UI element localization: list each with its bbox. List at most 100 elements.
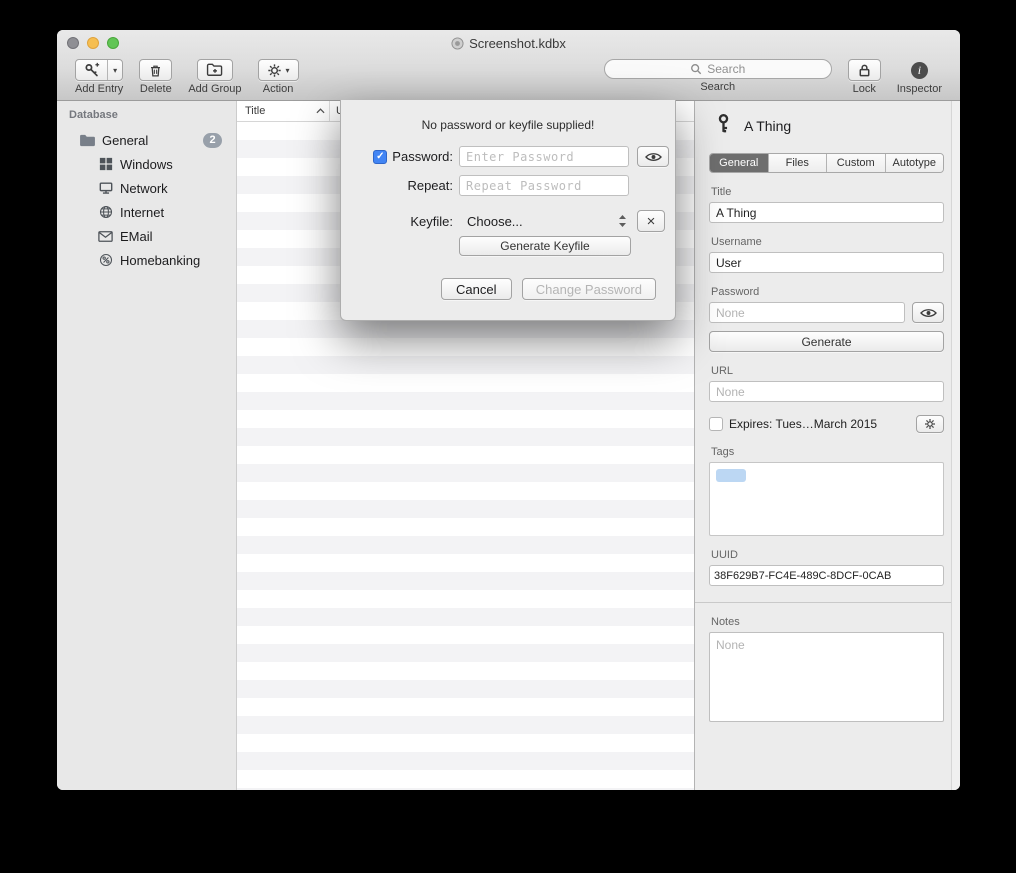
globe-icon: [96, 205, 115, 219]
sidebar-group-label: General: [102, 133, 203, 148]
inspector-tabs: General Files Custom Autotype: [709, 153, 944, 173]
cancel-button[interactable]: Cancel: [441, 278, 512, 300]
zoom-button[interactable]: [107, 37, 119, 49]
sidebar-item-email[interactable]: EMail: [57, 224, 236, 248]
envelope-icon: [96, 231, 115, 242]
sidebar-item-label: Internet: [120, 205, 164, 220]
change-password-sheet: No password or keyfile supplied! ✓ Passw…: [340, 100, 676, 321]
inspector-label: Inspector: [897, 83, 942, 95]
add-group-button[interactable]: [197, 59, 233, 81]
close-button[interactable]: [67, 37, 79, 49]
reveal-password-button[interactable]: [912, 302, 944, 323]
sidebar-group-general[interactable]: General 2: [57, 128, 236, 152]
inspector-toggle-button[interactable]: i: [903, 59, 936, 81]
sidebar-item-internet[interactable]: Internet: [57, 200, 236, 224]
sidebar-item-label: EMail: [120, 229, 153, 244]
tab-autotype[interactable]: Autotype: [885, 154, 944, 172]
generate-keyfile-button[interactable]: Generate Keyfile: [459, 236, 631, 256]
checkmark-icon: ✓: [376, 151, 384, 162]
tab-files[interactable]: Files: [768, 154, 827, 172]
action-label: Action: [263, 83, 294, 95]
tab-custom[interactable]: Custom: [826, 154, 885, 172]
url-label: URL: [711, 365, 942, 377]
trash-icon: [148, 63, 163, 78]
clear-keyfile-button[interactable]: ×: [637, 210, 665, 232]
folder-plus-icon: [206, 63, 224, 77]
uuid-label: UUID: [711, 549, 942, 561]
password-field[interactable]: [709, 302, 905, 323]
titlebar[interactable]: Screenshot.kdbx: [57, 30, 960, 56]
sidebar-header: Database: [57, 109, 236, 128]
tag-chip[interactable]: [716, 469, 746, 482]
sort-ascending-icon: [316, 105, 325, 117]
dialog-password-label: Password:: [392, 149, 453, 164]
windows-icon: [96, 157, 115, 171]
tags-label: Tags: [711, 446, 942, 458]
column-title-label: Title: [245, 105, 265, 117]
add-entry-key-icon: [76, 60, 107, 80]
keyfile-selected-value: Choose...: [467, 214, 523, 229]
key-icon: [713, 113, 734, 139]
sidebar-item-windows[interactable]: Windows: [57, 152, 236, 176]
repeat-label: Repeat:: [407, 178, 453, 193]
gear-icon: [267, 63, 282, 78]
minimize-button[interactable]: [87, 37, 99, 49]
generate-password-button[interactable]: Generate: [709, 331, 944, 352]
sidebar: Database General 2 Windows Network: [57, 101, 237, 790]
sidebar-item-homebanking[interactable]: Homebanking: [57, 248, 236, 272]
change-password-button[interactable]: Change Password: [522, 278, 656, 300]
close-x-icon: ×: [647, 213, 656, 230]
lock-button[interactable]: [848, 59, 881, 81]
keyfile-popup[interactable]: Choose...: [459, 211, 629, 232]
uuid-field[interactable]: [709, 565, 944, 586]
entry-count-badge: 2: [203, 133, 222, 148]
add-entry-label: Add Entry: [75, 83, 123, 95]
document-proxy-icon: [451, 37, 464, 50]
entry-title: A Thing: [744, 118, 791, 134]
password-label: Password: [711, 286, 942, 298]
sheet-message: No password or keyfile supplied!: [341, 118, 675, 132]
gear-icon: [924, 418, 936, 430]
search-placeholder: Search: [707, 62, 745, 76]
search-label: Search: [700, 81, 735, 93]
sidebar-item-network[interactable]: Network: [57, 176, 236, 200]
add-entry-button[interactable]: ▾: [75, 59, 123, 81]
url-field[interactable]: [709, 381, 944, 402]
delete-label: Delete: [140, 83, 172, 95]
percent-coin-icon: [96, 253, 115, 267]
action-dropdown-arrow: ▾: [286, 66, 290, 75]
eye-icon: [919, 307, 938, 319]
username-label: Username: [711, 236, 942, 248]
chevron-up-down-icon: [618, 214, 627, 228]
window-title: Screenshot.kdbx: [469, 36, 566, 51]
expires-settings-button[interactable]: [916, 415, 944, 433]
add-group-label: Add Group: [188, 83, 241, 95]
username-field[interactable]: [709, 252, 944, 273]
divider: [695, 602, 960, 603]
enter-password-input[interactable]: [459, 146, 629, 167]
sidebar-item-label: Homebanking: [120, 253, 200, 268]
column-header-title[interactable]: Title: [237, 101, 330, 121]
expires-checkbox[interactable]: [709, 417, 723, 431]
show-password-button[interactable]: [637, 146, 669, 167]
delete-button[interactable]: [139, 59, 172, 81]
repeat-password-input[interactable]: [459, 175, 629, 196]
window-chrome: Screenshot.kdbx ▾ Add Entry: [57, 30, 960, 101]
lock-label: Lock: [853, 83, 876, 95]
tab-general[interactable]: General: [710, 154, 768, 172]
notes-field[interactable]: [709, 632, 944, 722]
inspector-panel: A Thing General Files Custom Autotype Ti…: [695, 101, 960, 790]
action-button[interactable]: ▾: [258, 59, 299, 81]
add-entry-dropdown-arrow[interactable]: ▾: [107, 60, 122, 80]
notes-label: Notes: [711, 616, 942, 628]
password-checkbox[interactable]: ✓: [373, 150, 387, 164]
sidebar-item-label: Windows: [120, 157, 173, 172]
toolbar: ▾ Add Entry Delete Add Group: [57, 56, 960, 100]
network-icon: [96, 181, 115, 195]
inspector-scrollbar[interactable]: [951, 101, 960, 790]
search-field[interactable]: Search: [604, 59, 832, 79]
title-field[interactable]: [709, 202, 944, 223]
tags-field[interactable]: [709, 462, 944, 536]
eye-icon: [644, 151, 663, 163]
info-icon: i: [911, 62, 928, 79]
